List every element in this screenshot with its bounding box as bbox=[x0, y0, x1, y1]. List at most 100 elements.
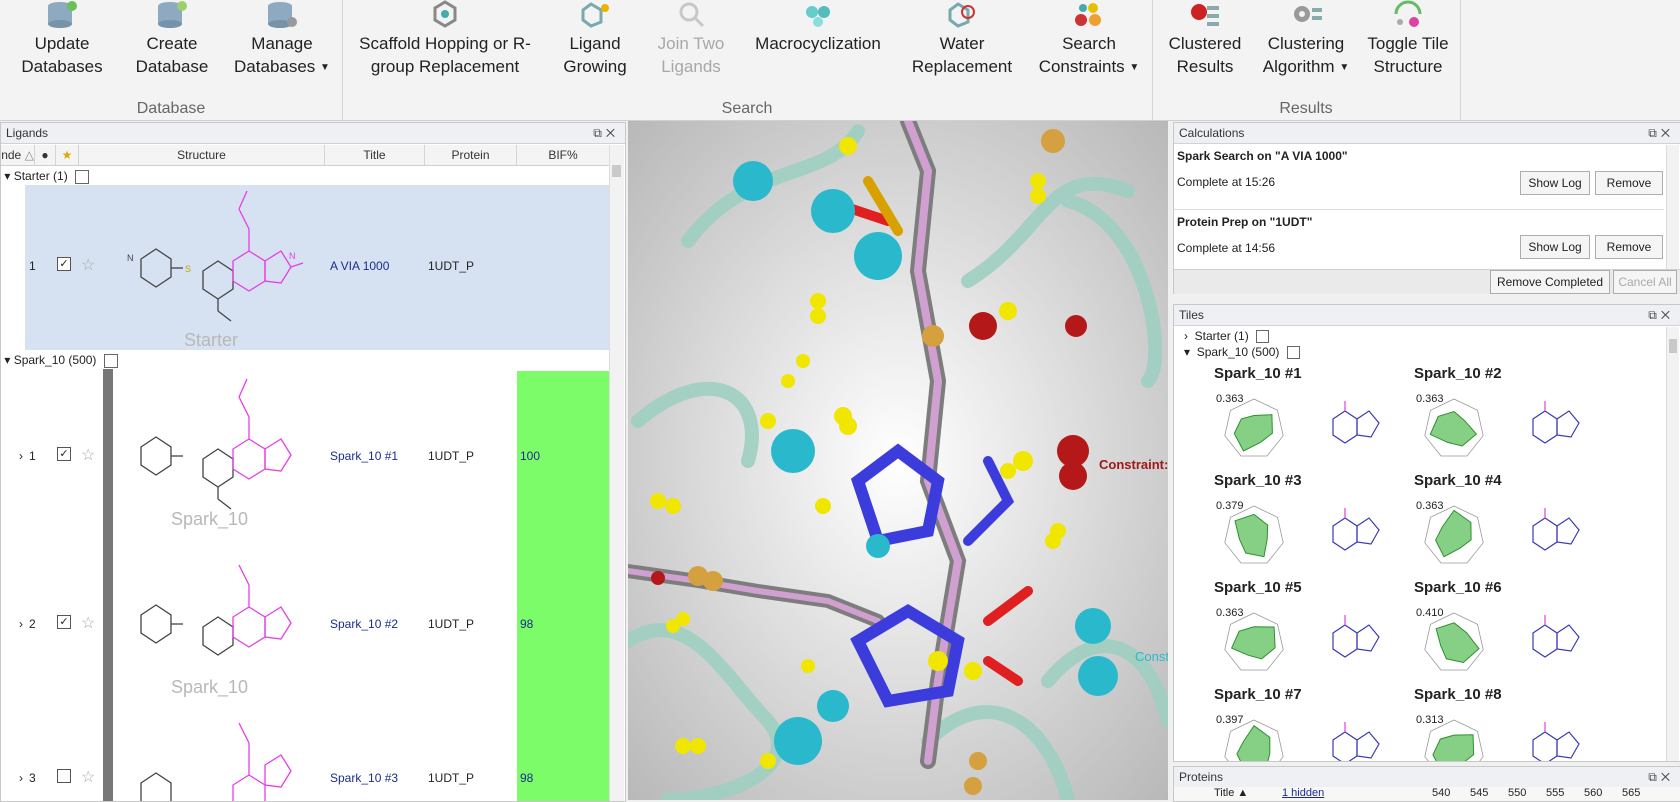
scrollbar-thumb[interactable] bbox=[612, 165, 621, 177]
remove-button[interactable]: Remove bbox=[1595, 171, 1663, 195]
collapse-caret-icon[interactable]: ▾ bbox=[1184, 345, 1190, 359]
panel-float-close-icon[interactable]: ⧉✕ bbox=[593, 123, 619, 143]
column-header-protein[interactable]: Protein bbox=[425, 145, 517, 165]
calculations-scrollbar[interactable] bbox=[1666, 145, 1679, 269]
ligands-scrollbar[interactable] bbox=[609, 145, 624, 801]
show-log-button[interactable]: Show Log bbox=[1520, 235, 1590, 259]
ligand-row[interactable]: › 1 ✓ ☆ Spark_10 Spark_10 #1 1UDT_P 100 bbox=[1, 369, 609, 537]
tiles-scrollbar[interactable] bbox=[1666, 327, 1679, 761]
panel-float-close-icon[interactable]: ⧉✕ bbox=[1648, 767, 1674, 787]
remove-completed-button[interactable]: Remove Completed bbox=[1490, 270, 1610, 294]
group-tile-icon[interactable] bbox=[1286, 346, 1300, 360]
ligand-row[interactable]: › 3 ☆ Spark_10 #3 1UDT_P 98 bbox=[1, 705, 609, 801]
clustering-algorithm-button[interactable]: Clustering Algorithm ▼ bbox=[1256, 0, 1356, 79]
molecule-3d-viewer[interactable]: Constraint: Const bbox=[628, 121, 1168, 800]
calculations-panel: Calculations ⧉✕ Spark Search on "A VIA 1… bbox=[1173, 122, 1680, 294]
group-header-spark[interactable]: ▾ Spark_10 (500) bbox=[1, 351, 609, 369]
ribbon-group-database: Update Databases Create Database Manage … bbox=[0, 0, 343, 120]
row-gutter bbox=[1, 185, 25, 350]
button-label: Create bbox=[146, 34, 198, 53]
show-log-button[interactable]: Show Log bbox=[1520, 171, 1590, 195]
tiles-group-spark[interactable]: ▾ Spark_10 (500) bbox=[1184, 345, 1300, 360]
group-tile-icon[interactable] bbox=[75, 169, 90, 184]
group-header-starter[interactable]: ▾ Starter (1) bbox=[1, 167, 609, 185]
group-tile-icon[interactable] bbox=[103, 353, 118, 368]
button-label: Toggle Tile bbox=[1367, 34, 1449, 53]
result-tile[interactable]: Spark_10 #2 0.363 bbox=[1414, 365, 1614, 470]
row-expand-caret-icon[interactable]: › bbox=[19, 771, 23, 785]
create-database-button[interactable]: Create Database bbox=[122, 0, 222, 78]
star-icon: ★ bbox=[61, 148, 73, 162]
column-header-bif[interactable]: BIF% bbox=[517, 145, 610, 165]
row-expand-caret-icon[interactable]: › bbox=[19, 449, 23, 463]
molecule-structure-drawing bbox=[140, 564, 292, 656]
search-constraints-button[interactable]: Search Constraints ▼ bbox=[1032, 0, 1146, 79]
ligand-row[interactable]: › 2 ✓ ☆ Spark_10 Spark_10 #2 1UDT_P 98 bbox=[1, 537, 609, 705]
column-header-visible[interactable]: ● bbox=[35, 145, 56, 165]
toggle-tile-structure-button[interactable]: Toggle Tile Structure bbox=[1360, 0, 1456, 78]
tile-score: 0.397 bbox=[1216, 714, 1244, 726]
column-header-index[interactable]: nde △ bbox=[1, 145, 35, 165]
hidden-count-link[interactable]: 1 hidden bbox=[1282, 787, 1324, 799]
button-label: Scaffold Hopping or R- bbox=[359, 34, 531, 53]
cancel-all-button[interactable]: Cancel All bbox=[1613, 270, 1677, 294]
macrocyclization-button[interactable]: Macrocyclization bbox=[748, 0, 888, 55]
result-tile[interactable]: Spark_10 #6 0.410 bbox=[1414, 579, 1614, 684]
row-index: 3 bbox=[29, 771, 36, 785]
result-tile[interactable]: Spark_10 #8 0.313 bbox=[1414, 686, 1614, 761]
result-tile[interactable]: Spark_10 #4 0.363 bbox=[1414, 472, 1614, 577]
result-tile[interactable]: Spark_10 #5 0.363 bbox=[1214, 579, 1414, 684]
tile-score: 0.313 bbox=[1416, 714, 1444, 726]
ligand-row[interactable]: 1 ✓ ☆ N S N Starter A VIA 1000 1UDT_P bbox=[1, 185, 609, 350]
molecule-structure-drawing bbox=[140, 378, 292, 510]
ligand-growing-button[interactable]: Ligand Growing bbox=[550, 0, 640, 78]
button-label: Macrocyclization bbox=[755, 34, 881, 53]
ribbon-group-label: Results bbox=[1279, 100, 1333, 117]
result-tile[interactable]: Spark_10 #7 0.397 bbox=[1214, 686, 1414, 761]
row-checkbox[interactable]: ✓ bbox=[57, 615, 71, 629]
column-header-favorite[interactable]: ★ bbox=[56, 145, 79, 165]
calculation-name: Spark Search on "A VIA 1000" bbox=[1177, 149, 1348, 163]
column-header-structure[interactable]: Structure bbox=[79, 145, 325, 165]
proteins-title-column[interactable]: Title ▲ bbox=[1214, 787, 1248, 799]
constraint-label: Constraint: bbox=[1099, 457, 1168, 472]
favorite-star-icon[interactable]: ☆ bbox=[81, 445, 95, 465]
water-replacement-icon bbox=[948, 2, 975, 28]
column-header-title[interactable]: Title bbox=[325, 145, 425, 165]
result-tile[interactable]: Spark_10 #3 0.379 bbox=[1214, 472, 1414, 577]
water-replacement-button[interactable]: Water Replacement bbox=[902, 0, 1022, 78]
panel-float-close-icon[interactable]: ⧉✕ bbox=[1648, 123, 1674, 143]
structure-watermark: Spark_10 bbox=[171, 509, 249, 529]
group-tile-icon[interactable] bbox=[1256, 330, 1270, 344]
manage-databases-button[interactable]: Manage Databases ▼ bbox=[226, 0, 338, 79]
row-checkbox[interactable]: ✓ bbox=[57, 447, 71, 461]
tile-molecule-drawing bbox=[1532, 508, 1580, 551]
tiles-group-starter[interactable]: › Starter (1) bbox=[1184, 329, 1270, 344]
favorite-star-icon[interactable]: ☆ bbox=[81, 613, 95, 633]
join-two-ligands-button[interactable]: Join Two Ligands bbox=[646, 0, 736, 78]
button-label: Databases bbox=[21, 57, 103, 76]
update-databases-button[interactable]: Update Databases bbox=[12, 0, 112, 78]
tiles-group-name: Starter (1) bbox=[1194, 329, 1249, 343]
panel-float-close-icon[interactable]: ⧉✕ bbox=[1648, 305, 1674, 325]
row-checkbox[interactable]: ✓ bbox=[57, 257, 71, 271]
scaffold-hopping-button[interactable]: Scaffold Hopping or R- group Replacement bbox=[350, 0, 540, 78]
remove-button[interactable]: Remove bbox=[1595, 235, 1663, 259]
tile-name: Spark_10 #6 bbox=[1414, 579, 1502, 596]
ligands-panel: Ligands ⧉✕ nde △ ● ★ Structure Title Pro… bbox=[0, 122, 626, 802]
button-label: Search bbox=[1062, 34, 1116, 53]
button-label: Replacement bbox=[911, 57, 1013, 76]
collapse-caret-icon[interactable]: ▾ bbox=[1, 353, 10, 367]
favorite-star-icon[interactable]: ☆ bbox=[81, 255, 95, 275]
expand-caret-icon[interactable]: › bbox=[1184, 329, 1188, 343]
result-tile[interactable]: Spark_10 #1 0.363 bbox=[1214, 365, 1414, 470]
favorite-star-icon[interactable]: ☆ bbox=[81, 767, 95, 787]
clustered-results-button[interactable]: Clustered Results bbox=[1158, 0, 1252, 78]
row-checkbox[interactable] bbox=[57, 769, 71, 783]
row-title: A VIA 1000 bbox=[330, 259, 390, 273]
row-protein: 1UDT_P bbox=[428, 449, 475, 463]
collapse-caret-icon[interactable]: ▾ bbox=[1, 169, 10, 183]
caret-down-icon: ▼ bbox=[320, 62, 330, 74]
row-expand-caret-icon[interactable]: › bbox=[19, 617, 23, 631]
scrollbar-thumb[interactable] bbox=[1669, 339, 1677, 353]
